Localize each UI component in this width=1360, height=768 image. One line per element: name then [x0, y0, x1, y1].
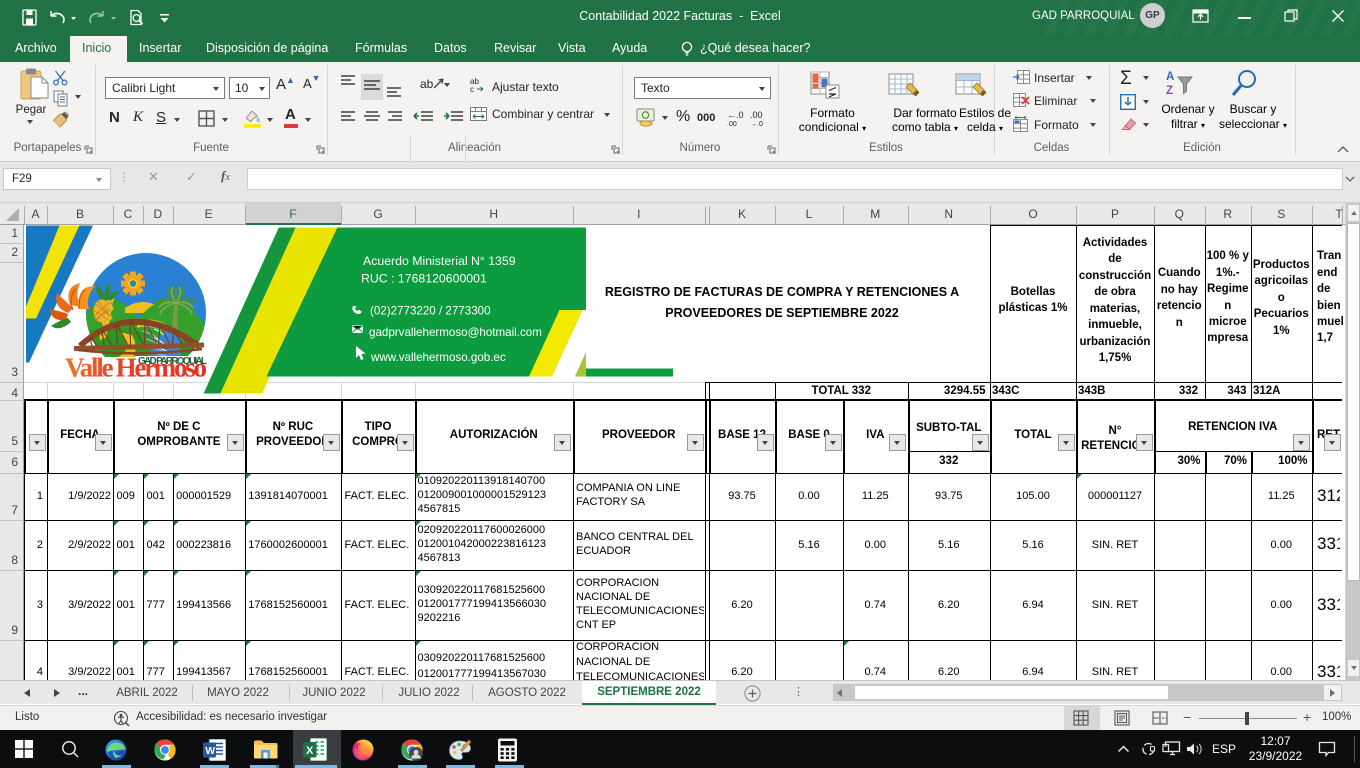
svg-text:gadprvallehermoso@hotmail.com: gadprvallehermoso@hotmail.com	[369, 326, 542, 339]
svg-text:.00: .00	[750, 110, 763, 120]
svg-text:W: W	[205, 744, 215, 756]
svg-text:Z: Z	[1166, 85, 1173, 97]
svg-text:RUC : 1768120600001: RUC : 1768120600001	[361, 271, 487, 285]
svg-text:Valle Hermoso: Valle Hermoso	[65, 352, 207, 382]
svg-text:ab: ab	[420, 77, 434, 91]
svg-text:A: A	[1166, 71, 1174, 83]
svg-text:Acuerdo Ministerial N° 1359: Acuerdo Ministerial N° 1359	[363, 254, 516, 268]
svg-text:(02)2773220 / 2773300: (02)2773220 / 2773300	[370, 304, 491, 317]
svg-text:→,0: →,0	[750, 121, 763, 126]
svg-text:X: X	[306, 744, 314, 756]
svg-text:←.0: ←.0	[727, 110, 744, 120]
svg-text:,00: ,00	[727, 121, 737, 126]
svg-text:c: c	[470, 85, 474, 93]
svg-text:www.vallehermoso.gob.ec: www.vallehermoso.gob.ec	[370, 351, 506, 364]
